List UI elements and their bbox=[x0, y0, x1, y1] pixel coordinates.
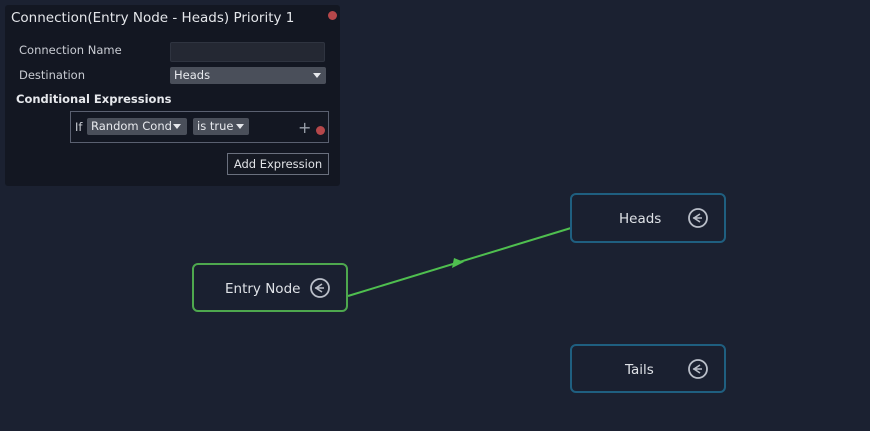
condition-dropdown[interactable]: Random Cond bbox=[87, 118, 187, 135]
connection-inspector-panel: Connection(Entry Node - Heads) Priority … bbox=[5, 5, 340, 186]
remove-expression-button[interactable] bbox=[316, 126, 325, 135]
state-node-icon bbox=[688, 359, 708, 379]
connection-name-input[interactable] bbox=[170, 42, 325, 62]
condition-value: Random Cond bbox=[91, 119, 172, 133]
destination-value: Heads bbox=[174, 68, 211, 82]
node-tails[interactable]: Tails bbox=[570, 344, 726, 393]
node-heads[interactable]: Heads bbox=[570, 193, 726, 243]
destination-dropdown[interactable]: Heads bbox=[170, 67, 326, 84]
operator-value: is true bbox=[197, 119, 234, 133]
state-node-icon bbox=[688, 208, 708, 228]
if-label: If bbox=[75, 120, 83, 134]
destination-label: Destination bbox=[19, 68, 85, 82]
plus-icon[interactable]: + bbox=[298, 120, 311, 136]
operator-dropdown[interactable]: is true bbox=[193, 118, 249, 135]
add-expression-button[interactable]: Add Expression bbox=[227, 153, 329, 175]
close-panel-button[interactable] bbox=[328, 11, 337, 20]
chevron-down-icon bbox=[173, 124, 181, 129]
connection-arrow-icon bbox=[452, 258, 464, 268]
state-node-icon bbox=[310, 278, 330, 298]
node-entry[interactable]: Entry Node bbox=[192, 263, 348, 312]
chevron-down-icon bbox=[313, 73, 321, 78]
conditional-expressions-heading: Conditional Expressions bbox=[16, 92, 172, 106]
node-label: Heads bbox=[619, 211, 662, 227]
chevron-down-icon bbox=[236, 124, 244, 129]
node-label: Tails bbox=[625, 362, 654, 378]
expression-row: If Random Cond is true + bbox=[70, 111, 329, 143]
node-label: Entry Node bbox=[225, 281, 301, 297]
panel-title: Connection(Entry Node - Heads) Priority … bbox=[11, 10, 295, 26]
connection-name-label: Connection Name bbox=[19, 43, 122, 57]
